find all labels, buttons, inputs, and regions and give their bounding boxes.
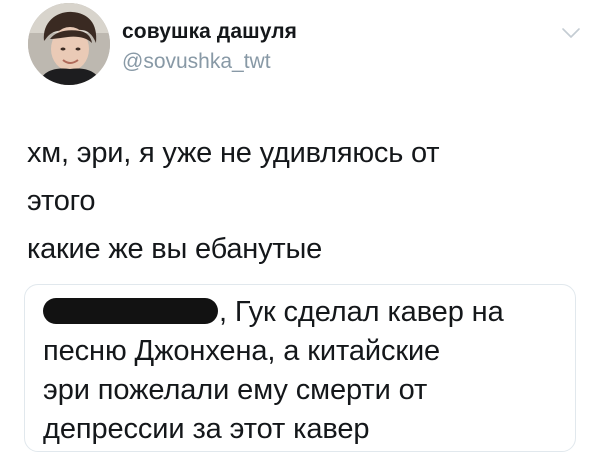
user-handle[interactable]: @sovushka_twt [122,50,271,74]
tweet-line: хм, эри, я уже не удивляюсь от [27,137,440,169]
avatar[interactable] [28,3,110,85]
display-name[interactable]: совушка дашуля [122,20,297,44]
avatar-photo [28,3,110,85]
quoted-tweet-text: , Гук сделал кавер на песню Джонхена, а … [43,293,573,449]
quoted-tweet-line-text: , Гук сделал кавер на [219,296,504,328]
quoted-tweet-line: эри пожелали ему смерти от [43,374,428,406]
tweet-line: какие же вы ебанутые [27,233,323,265]
quoted-tweet-card[interactable]: , Гук сделал кавер на песню Джонхена, а … [24,284,576,452]
redacted-name-bar [43,298,218,324]
quoted-tweet-line: , Гук сделал кавер на [43,293,573,332]
tweet-line: этого [27,185,96,217]
tweet-text: хм, эри, я уже не удивляюсь от этого как… [27,129,587,273]
quoted-tweet-line: депрессии за этот кавер [43,413,370,445]
quoted-tweet-line: песню Джонхена, а китайские [43,335,441,367]
chevron-down-icon[interactable] [560,26,582,40]
